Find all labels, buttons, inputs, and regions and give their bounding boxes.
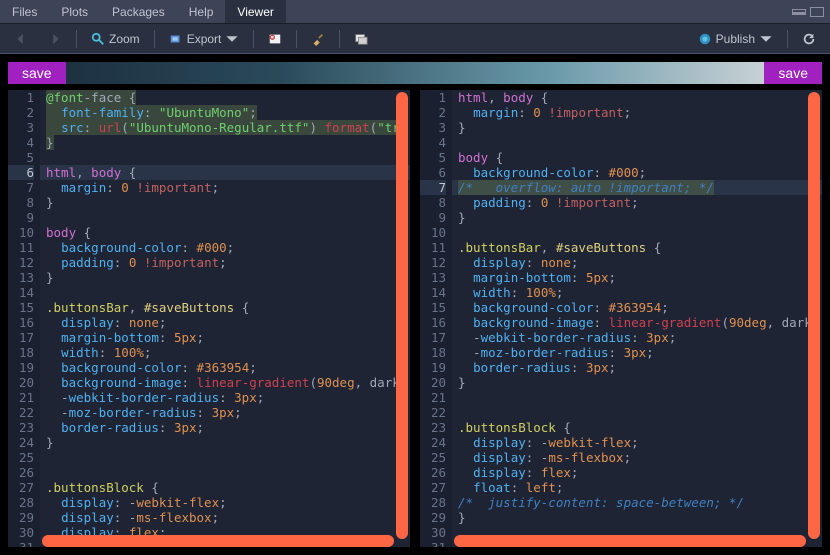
broom-icon: [311, 32, 325, 46]
sync-viewer-button[interactable]: [348, 30, 374, 48]
window-icon: [354, 32, 368, 46]
viewer-content: save save 123456789101112131415161718192…: [0, 54, 830, 555]
export-label: Export: [187, 32, 222, 46]
separator: [787, 30, 788, 48]
gutter-right: 1234567891011121314151617181920212223242…: [420, 90, 452, 547]
publish-label: Publish: [716, 32, 755, 46]
gutter-left: 1234567891011121314151617181920212223242…: [8, 90, 40, 547]
separator: [76, 30, 77, 48]
zoom-icon: [91, 32, 105, 46]
maximize-pane-icon[interactable]: [810, 7, 824, 17]
minimize-pane-icon[interactable]: [792, 9, 806, 15]
tab-files[interactable]: Files: [0, 0, 49, 23]
vertical-scrollbar[interactable]: [396, 92, 408, 539]
editor-right[interactable]: 1234567891011121314151617181920212223242…: [420, 90, 822, 547]
refresh-icon: [802, 32, 816, 46]
chevron-down-icon: [225, 32, 239, 46]
separator: [339, 30, 340, 48]
save-button-right[interactable]: save: [764, 62, 822, 84]
separator: [154, 30, 155, 48]
tab-packages[interactable]: Packages: [100, 0, 177, 23]
pane-tabs: Files Plots Packages Help Viewer: [0, 0, 830, 24]
separator: [296, 30, 297, 48]
viewer-toolbar: Zoom Export Publish: [0, 24, 830, 54]
remove-icon: [268, 32, 282, 46]
forward-button[interactable]: [42, 30, 68, 48]
publish-button[interactable]: Publish: [692, 30, 779, 48]
tab-plots[interactable]: Plots: [49, 0, 100, 23]
tab-viewer[interactable]: Viewer: [225, 0, 285, 23]
code-right[interactable]: html, body { margin: 0 !important;}body …: [452, 90, 822, 547]
chevron-down-icon: [759, 32, 773, 46]
back-button[interactable]: [8, 30, 34, 48]
remove-viewer-button[interactable]: [262, 30, 288, 48]
code-left[interactable]: @font-face { font-family: "UbuntuMono"; …: [40, 90, 410, 547]
clear-viewer-button[interactable]: [305, 30, 331, 48]
horizontal-scrollbar[interactable]: [42, 535, 394, 547]
tab-help[interactable]: Help: [177, 0, 226, 23]
save-button-left[interactable]: save: [8, 62, 66, 84]
zoom-label: Zoom: [109, 32, 140, 46]
publish-icon: [698, 32, 712, 46]
separator: [253, 30, 254, 48]
refresh-button[interactable]: [796, 30, 822, 48]
export-icon: [169, 32, 183, 46]
save-buttons-bar: save save: [8, 62, 822, 84]
editor-left[interactable]: 1234567891011121314151617181920212223242…: [8, 90, 410, 547]
vertical-scrollbar[interactable]: [808, 92, 820, 539]
zoom-button[interactable]: Zoom: [85, 30, 146, 48]
horizontal-scrollbar[interactable]: [454, 535, 806, 547]
export-button[interactable]: Export: [163, 30, 246, 48]
